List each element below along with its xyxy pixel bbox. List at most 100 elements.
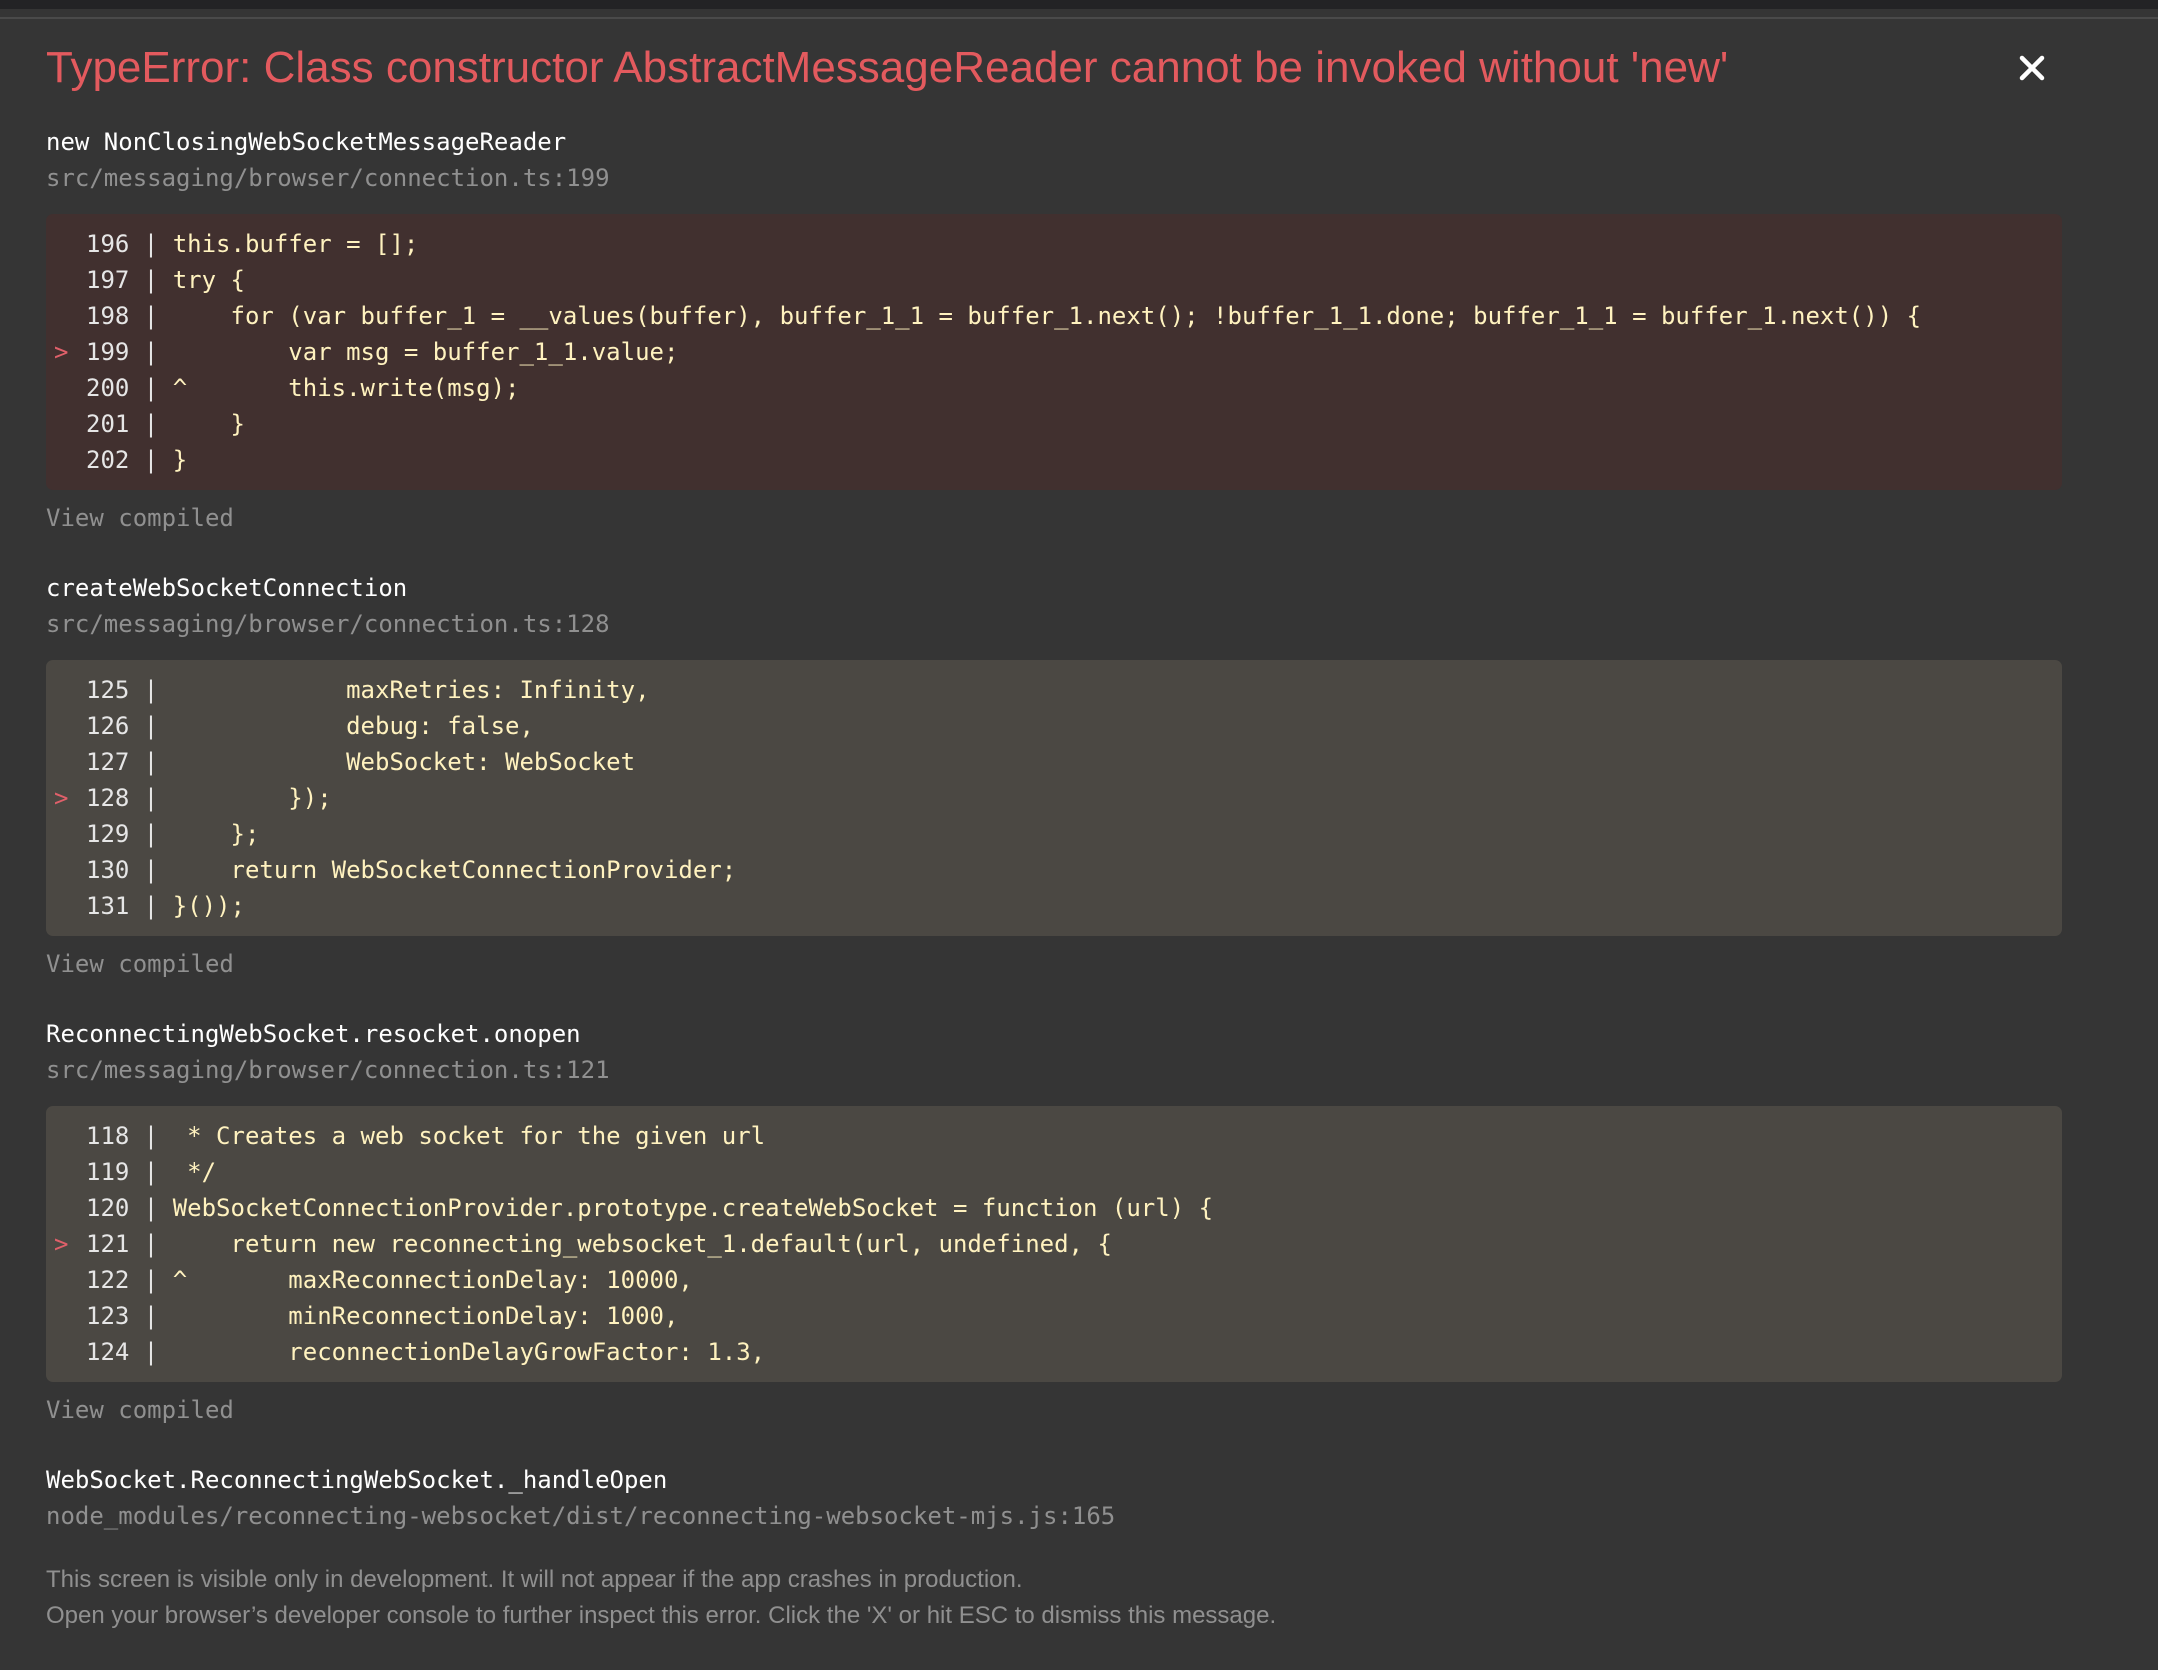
- code-line: >121 | return new reconnecting_websocket…: [46, 1226, 2062, 1262]
- line-marker: [46, 1154, 86, 1190]
- stack-frame: createWebSocketConnection src/messaging/…: [46, 570, 2062, 982]
- line-number: 119 |: [86, 1158, 159, 1186]
- code-line: 124 | reconnectionDelayGrowFactor: 1.3,: [46, 1334, 2062, 1370]
- line-marker: [46, 852, 86, 888]
- code-line: 201 | }: [46, 406, 2062, 442]
- line-number: 197 |: [86, 266, 159, 294]
- frame-function-name: createWebSocketConnection: [46, 574, 408, 602]
- line-marker: [46, 298, 86, 334]
- line-number: 198 |: [86, 302, 159, 330]
- line-number: 128 |: [86, 784, 159, 812]
- code-text: return new reconnecting_websocket_1.defa…: [158, 1230, 1112, 1258]
- frame-function-name: WebSocket.ReconnectingWebSocket._handleO…: [46, 1466, 668, 1494]
- code-line: 202 | }: [46, 442, 2062, 478]
- code-line: 119 | */: [46, 1154, 2062, 1190]
- code-line: 123 | minReconnectionDelay: 1000,: [46, 1298, 2062, 1334]
- line-number: 200 |: [86, 374, 159, 402]
- view-compiled-link[interactable]: View compiled: [46, 1392, 234, 1428]
- stack-frames: new NonClosingWebSocketMessageReader src…: [46, 124, 2062, 1534]
- frame-file-location[interactable]: src/messaging/browser/connection.ts:199: [46, 160, 2062, 196]
- line-marker: [46, 1298, 86, 1334]
- view-compiled-link[interactable]: View compiled: [46, 500, 234, 536]
- line-number: 118 |: [86, 1122, 159, 1150]
- code-text: ^ maxReconnectionDelay: 10000,: [158, 1266, 693, 1294]
- line-marker: [46, 1262, 86, 1298]
- line-number: 123 |: [86, 1302, 159, 1330]
- overlay-footer: This screen is visible only in developme…: [46, 1562, 1276, 1634]
- line-marker: [46, 226, 86, 262]
- line-marker: [46, 370, 86, 406]
- code-text: WebSocket: WebSocket: [158, 748, 636, 776]
- code-line: 122 | ^ maxReconnectionDelay: 10000,: [46, 1262, 2062, 1298]
- line-number: 130 |: [86, 856, 159, 884]
- line-marker: [46, 442, 86, 478]
- line-marker: [46, 262, 86, 298]
- code-line: 126 | debug: false,: [46, 708, 2062, 744]
- overlay-top-border: [0, 17, 2158, 19]
- line-number: 196 |: [86, 230, 159, 258]
- code-line: >199 | var msg = buffer_1_1.value;: [46, 334, 2062, 370]
- code-line: 118 | * Creates a web socket for the giv…: [46, 1118, 2062, 1154]
- code-text: });: [158, 784, 332, 812]
- code-line: 131 | }());: [46, 888, 2062, 924]
- code-text: }: [158, 446, 188, 474]
- footer-line-development-notice: This screen is visible only in developme…: [46, 1566, 1023, 1593]
- code-snippet: 125 | maxRetries: Infinity, 126 | debug:…: [46, 660, 2062, 936]
- code-text: }());: [158, 892, 245, 920]
- close-icon: [2019, 55, 2045, 81]
- code-line: 196 | this.buffer = [];: [46, 226, 2062, 262]
- line-marker: [46, 744, 86, 780]
- line-number: 124 |: [86, 1338, 159, 1366]
- code-line: >128 | });: [46, 780, 2062, 816]
- line-marker: >: [54, 1230, 69, 1258]
- code-text: maxRetries: Infinity,: [158, 676, 650, 704]
- code-text: };: [158, 820, 260, 848]
- line-marker: [46, 406, 86, 442]
- line-marker: [46, 1334, 86, 1370]
- stack-frame: new NonClosingWebSocketMessageReader src…: [46, 124, 2062, 536]
- code-text: for (var buffer_1 = __values(buffer), bu…: [158, 302, 1922, 330]
- code-line: 120 | WebSocketConnectionProvider.protot…: [46, 1190, 2062, 1226]
- code-snippet: 196 | this.buffer = []; 197 | try { 198 …: [46, 214, 2062, 490]
- code-text: try {: [158, 266, 245, 294]
- code-text: */: [158, 1158, 217, 1186]
- error-title: TypeError: Class constructor AbstractMes…: [46, 43, 1729, 92]
- frame-function-name: new NonClosingWebSocketMessageReader: [46, 128, 567, 156]
- frame-file-location[interactable]: src/messaging/browser/connection.ts:121: [46, 1052, 2062, 1088]
- stack-frame: ReconnectingWebSocket.resocket.onopen sr…: [46, 1016, 2062, 1428]
- code-text: ^ this.write(msg);: [158, 374, 520, 402]
- browser-top-bar: [0, 0, 2158, 9]
- code-text: return WebSocketConnectionProvider;: [158, 856, 737, 884]
- stack-frame: WebSocket.ReconnectingWebSocket._handleO…: [46, 1462, 2062, 1534]
- line-number: 126 |: [86, 712, 159, 740]
- line-number: 120 |: [86, 1194, 159, 1222]
- code-text: reconnectionDelayGrowFactor: 1.3,: [158, 1338, 766, 1366]
- code-line: 129 | };: [46, 816, 2062, 852]
- line-marker: [46, 888, 86, 924]
- footer-line-dismiss-hint: Open your browser’s developer console to…: [46, 1602, 1277, 1629]
- line-number: 199 |: [86, 338, 159, 366]
- close-button[interactable]: [2010, 46, 2054, 90]
- code-line: 130 | return WebSocketConnectionProvider…: [46, 852, 2062, 888]
- line-number: 129 |: [86, 820, 159, 848]
- frame-function-name: ReconnectingWebSocket.resocket.onopen: [46, 1020, 581, 1048]
- code-text: WebSocketConnectionProvider.prototype.cr…: [158, 1194, 1214, 1222]
- line-number: 122 |: [86, 1266, 159, 1294]
- line-number: 201 |: [86, 410, 159, 438]
- frame-file-location[interactable]: src/messaging/browser/connection.ts:128: [46, 606, 2062, 642]
- code-text: minReconnectionDelay: 1000,: [158, 1302, 679, 1330]
- code-text: * Creates a web socket for the given url: [158, 1122, 766, 1150]
- line-marker: [46, 708, 86, 744]
- line-marker: [46, 1190, 86, 1226]
- code-line: 197 | try {: [46, 262, 2062, 298]
- view-compiled-link[interactable]: View compiled: [46, 946, 234, 982]
- code-snippet: 118 | * Creates a web socket for the giv…: [46, 1106, 2062, 1382]
- code-text: var msg = buffer_1_1.value;: [158, 338, 679, 366]
- code-text: }: [158, 410, 245, 438]
- frame-file-location[interactable]: node_modules/reconnecting-websocket/dist…: [46, 1498, 2062, 1534]
- code-line: 125 | maxRetries: Infinity,: [46, 672, 2062, 708]
- line-number: 125 |: [86, 676, 159, 704]
- code-line: 198 | for (var buffer_1 = __values(buffe…: [46, 298, 2062, 334]
- line-number: 121 |: [86, 1230, 159, 1258]
- line-marker: >: [54, 784, 69, 812]
